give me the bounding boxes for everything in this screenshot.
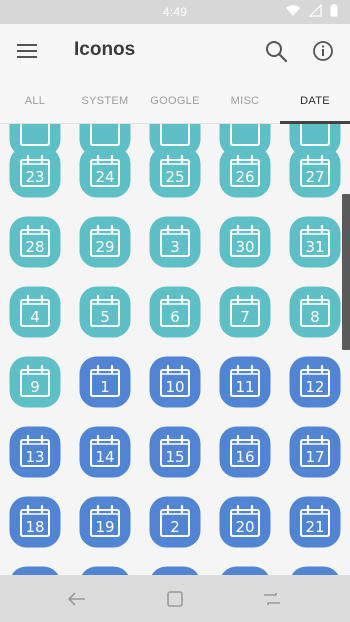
calendar-date-icon[interactable]: 11 (219, 356, 271, 408)
calendar-date-label: 1 (100, 378, 110, 396)
calendar-date-label: 17 (305, 448, 324, 466)
calendar-date-icon[interactable]: 8 (289, 286, 341, 338)
info-icon[interactable] (309, 37, 337, 65)
calendar-date-label: 23 (25, 168, 44, 186)
calendar-date-icon[interactable] (79, 566, 131, 575)
calendar-date-label: 21 (305, 518, 324, 536)
calendar-date-label: 6 (170, 308, 180, 326)
calendar-date-label: 31 (305, 238, 324, 256)
calendar-date-icon[interactable]: 6 (149, 286, 201, 338)
calendar-date-label: 24 (95, 168, 114, 186)
tab-google[interactable]: GOOGLE (140, 78, 210, 124)
calendar-date-icon[interactable]: 15 (149, 426, 201, 478)
calendar-date-icon[interactable]: 14 (79, 426, 131, 478)
tab-bar: ALL SYSTEM GOOGLE MISC DATE (0, 78, 350, 124)
page-title: Iconos (74, 39, 136, 60)
calendar-date-label: 12 (305, 378, 324, 396)
calendar-date-icon[interactable]: 21 (289, 496, 341, 548)
calendar-date-icon[interactable]: 17 (289, 426, 341, 478)
search-icon[interactable] (262, 37, 290, 65)
calendar-date-icon[interactable]: 20 (219, 496, 271, 548)
calendar-date-label: 4 (30, 308, 40, 326)
calendar-date-icon[interactable]: 19 (79, 496, 131, 548)
calendar-date-label: 29 (95, 238, 114, 256)
calendar-date-icon[interactable]: 16 (219, 426, 271, 478)
calendar-date-label: 18 (25, 518, 44, 536)
calendar-date-label: 25 (165, 168, 184, 186)
navigation-bar (0, 575, 350, 622)
calendar-date-icon[interactable]: 5 (79, 286, 131, 338)
calendar-date-icon[interactable]: 25 (149, 146, 201, 198)
screen: 4:49 Iconos ALL SYSTEM GOOGLE MISC DATE … (0, 0, 350, 622)
battery-icon (330, 4, 338, 20)
calendar-date-icon[interactable]: 2 (149, 496, 201, 548)
calendar-date-icon[interactable]: 12 (289, 356, 341, 408)
calendar-date-icon[interactable]: 4 (9, 286, 61, 338)
calendar-date-label: 9 (30, 378, 40, 396)
home-icon[interactable] (160, 585, 190, 613)
status-icons (285, 3, 338, 20)
tab-misc[interactable]: MISC (210, 78, 280, 124)
status-bar: 4:49 (0, 0, 350, 24)
app-bar: Iconos (0, 24, 350, 78)
calendar-date-icon[interactable]: 26 (219, 146, 271, 198)
calendar-date-icon[interactable] (9, 566, 61, 575)
calendar-date-label: 14 (95, 448, 114, 466)
calendar-date-icon[interactable]: 27 (289, 146, 341, 198)
tab-date[interactable]: DATE (280, 78, 350, 124)
recents-icon[interactable] (257, 585, 287, 613)
calendar-date-icon[interactable]: 3 (149, 216, 201, 268)
calendar-date-label: 19 (95, 518, 114, 536)
calendar-date-icon[interactable] (149, 566, 201, 575)
calendar-date-label: 8 (310, 308, 320, 326)
calendar-date-icon[interactable]: 18 (9, 496, 61, 548)
calendar-date-label: 26 (235, 168, 254, 186)
calendar-date-icon[interactable]: 28 (9, 216, 61, 268)
calendar-date-label: 2 (170, 518, 180, 536)
calendar-date-icon[interactable]: 13 (9, 426, 61, 478)
icon-grid[interactable]: 23 24 25 26 27 28 29 3 30 31 4 5 6 7 8 9 1 10 11 12 13 14 15 16… (0, 124, 350, 575)
scrollbar-thumb[interactable] (342, 194, 350, 350)
calendar-date-label: 7 (240, 308, 250, 326)
calendar-date-icon[interactable]: 9 (9, 356, 61, 408)
menu-icon[interactable] (14, 38, 40, 64)
calendar-date-icon[interactable]: 10 (149, 356, 201, 408)
signal-icon (308, 3, 322, 20)
calendar-date-label: 5 (100, 308, 110, 326)
calendar-date-label: 15 (165, 448, 184, 466)
tab-all[interactable]: ALL (0, 78, 70, 124)
calendar-date-label: 30 (235, 238, 254, 256)
calendar-date-icon[interactable]: 29 (79, 216, 131, 268)
calendar-date-icon[interactable] (289, 566, 341, 575)
calendar-date-icon[interactable]: 7 (219, 286, 271, 338)
calendar-date-label: 3 (170, 238, 180, 256)
tab-system[interactable]: SYSTEM (70, 78, 140, 124)
calendar-date-label: 28 (25, 238, 44, 256)
calendar-date-icon[interactable]: 30 (219, 216, 271, 268)
calendar-date-label: 20 (235, 518, 254, 536)
calendar-date-label: 11 (235, 378, 254, 396)
calendar-date-icon[interactable] (219, 566, 271, 575)
calendar-date-icon[interactable]: 23 (9, 146, 61, 198)
back-icon[interactable] (62, 585, 92, 613)
calendar-date-icon[interactable]: 24 (79, 146, 131, 198)
wifi-icon (285, 4, 301, 20)
calendar-date-label: 13 (25, 448, 44, 466)
calendar-date-label: 10 (165, 378, 184, 396)
calendar-date-label: 27 (305, 168, 324, 186)
calendar-date-icon[interactable]: 31 (289, 216, 341, 268)
calendar-date-label: 16 (235, 448, 254, 466)
calendar-date-icon[interactable]: 1 (79, 356, 131, 408)
